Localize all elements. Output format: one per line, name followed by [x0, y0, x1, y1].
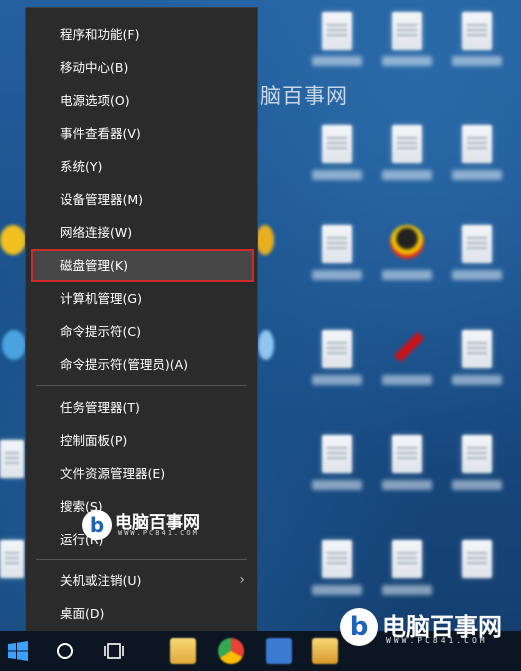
menu-item-network-connections[interactable]: 网络连接(W) [26, 216, 257, 249]
desktop-file-icon[interactable] [462, 125, 492, 163]
menu-item-computer-management[interactable]: 计算机管理(G) [26, 282, 257, 315]
menu-item-file-explorer[interactable]: 文件资源管理器(E) [26, 457, 257, 490]
menu-item-system[interactable]: 系统(Y) [26, 150, 257, 183]
menu-item-control-panel[interactable]: 控制面板(P) [26, 424, 257, 457]
desktop-file-label [382, 480, 432, 490]
desktop-file-icon[interactable] [392, 12, 422, 50]
desktop-file-label [452, 170, 502, 180]
desktop-file-icon[interactable] [322, 435, 352, 473]
desktop-file-label [312, 375, 362, 385]
menu-item-mobility-center[interactable]: 移动中心(B) [26, 51, 257, 84]
cortana-circle-icon[interactable] [57, 643, 73, 659]
menu-item-task-manager[interactable]: 任务管理器(T) [26, 391, 257, 424]
desktop-file-icon[interactable] [392, 540, 422, 578]
desktop-file-label [312, 56, 362, 66]
desktop-file-icon[interactable] [322, 125, 352, 163]
desktop-file-label [382, 375, 432, 385]
desktop-file-icon[interactable] [392, 125, 422, 163]
store-app-icon[interactable] [266, 638, 292, 664]
menu-item-shutdown-signout[interactable]: 关机或注销(U) › [26, 564, 257, 597]
desktop-file-label [312, 170, 362, 180]
desktop-app-icon[interactable] [0, 225, 26, 255]
menu-item-programs-features[interactable]: 程序和功能(F) [26, 18, 257, 51]
menu-item-disk-management[interactable]: 磁盘管理(K) [31, 249, 254, 282]
desktop-file-icon[interactable] [462, 12, 492, 50]
desktop-file-icon[interactable] [322, 330, 352, 368]
pen-app-icon[interactable] [392, 330, 426, 364]
desktop-file-label [382, 56, 432, 66]
desktop-file-label [452, 56, 502, 66]
menu-item-label: 关机或注销(U) [60, 573, 142, 588]
desktop-file-icon[interactable] [462, 225, 492, 263]
desktop-file-icon[interactable] [322, 12, 352, 50]
menu-item-desktop[interactable]: 桌面(D) [26, 597, 257, 630]
desktop-file-label [452, 480, 502, 490]
desktop-app-icon[interactable] [256, 225, 274, 255]
desktop-file-icon[interactable] [0, 540, 24, 578]
menu-item-power-options[interactable]: 电源选项(O) [26, 84, 257, 117]
desktop-file-label [312, 270, 362, 280]
desktop-file-icon[interactable] [462, 330, 492, 368]
desktop-file-icon[interactable] [462, 540, 492, 578]
windows-logo-icon[interactable] [8, 641, 28, 661]
folder-app-icon[interactable] [312, 638, 338, 664]
desktop-app-icon[interactable] [2, 330, 26, 360]
desktop-file-label [382, 270, 432, 280]
brand-logo-icon: b [340, 608, 378, 646]
watermark-logo-large: b 电脑百事网 WWW.PC841.COM [340, 604, 521, 654]
desktop-file-icon[interactable] [462, 435, 492, 473]
desktop-file-icon[interactable] [0, 440, 24, 478]
menu-separator [36, 559, 247, 560]
menu-item-device-manager[interactable]: 设备管理器(M) [26, 183, 257, 216]
desktop-file-label [452, 375, 502, 385]
desktop-file-label [452, 270, 502, 280]
watermark-logo: b 电脑百事网 WWW.PC841.COM [82, 508, 232, 544]
desktop-app-icon[interactable] [258, 330, 274, 360]
chevron-right-icon: › [239, 572, 245, 588]
desktop-file-label [312, 480, 362, 490]
desktop-file-label [382, 585, 432, 595]
desktop-file-label [382, 170, 432, 180]
watermark-url: WWW.PC841.COM [386, 636, 488, 645]
qq-penguin-icon[interactable] [390, 225, 424, 259]
chrome-icon[interactable] [218, 638, 244, 664]
menu-item-event-viewer[interactable]: 事件查看器(V) [26, 117, 257, 150]
desktop-file-icon[interactable] [322, 225, 352, 263]
menu-item-command-prompt-admin[interactable]: 命令提示符(管理员)(A) [26, 348, 257, 381]
task-view-icon[interactable] [103, 642, 125, 660]
desktop-file-icon[interactable] [392, 435, 422, 473]
file-explorer-icon[interactable] [170, 638, 196, 664]
desktop-file-label [312, 585, 362, 595]
brand-logo-icon: b [82, 510, 112, 540]
desktop-file-icon[interactable] [322, 540, 352, 578]
menu-separator [36, 385, 247, 386]
menu-item-command-prompt[interactable]: 命令提示符(C) [26, 315, 257, 348]
watermark-url: WWW.PC841.COM [118, 529, 199, 537]
